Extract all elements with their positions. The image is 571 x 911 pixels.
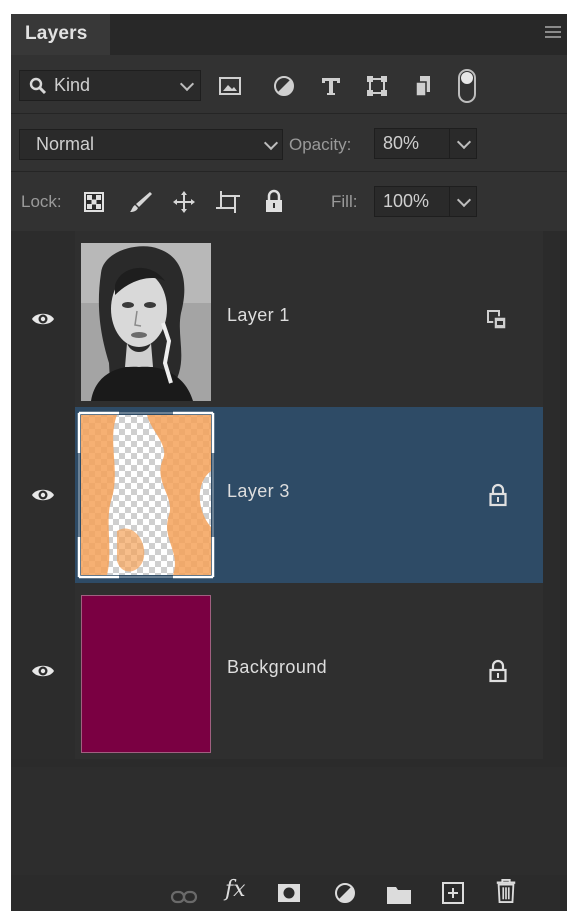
fill-value: 100% <box>383 191 430 211</box>
fill-label: Fill: <box>331 192 358 211</box>
image-filter-icon[interactable] <box>219 76 241 96</box>
type-filter-icon[interactable] <box>320 75 342 97</box>
blend-mode-value: Normal <box>36 134 95 154</box>
smart-object-filter-icon[interactable] <box>414 74 434 98</box>
layer-row-background[interactable]: Background <box>11 583 543 759</box>
layers-panel: Layers Kind Normal Opacity: 80% Lock: Fi… <box>11 14 567 911</box>
filter-kind-dropdown[interactable]: Kind <box>19 70 201 101</box>
opacity-field[interactable]: 80% <box>374 128 477 159</box>
chevron-down-icon[interactable] <box>456 134 472 150</box>
layer-name[interactable]: Layer 1 <box>227 305 290 326</box>
lock-row: Lock: Fill: 100% <box>11 172 567 231</box>
lock-icon <box>489 659 507 683</box>
adjustment-layer-icon[interactable] <box>333 881 357 905</box>
filter-toggle-switch[interactable] <box>457 68 477 104</box>
chevron-down-icon <box>263 135 279 151</box>
link-layers-icon[interactable] <box>170 885 198 909</box>
linked-smart-object-icon <box>487 310 507 330</box>
new-group-icon[interactable] <box>386 883 412 907</box>
shape-filter-icon[interactable] <box>366 75 388 97</box>
add-mask-icon[interactable] <box>277 881 301 905</box>
lock-icon <box>489 483 507 507</box>
chevron-down-icon[interactable] <box>456 192 472 208</box>
new-layer-icon[interactable] <box>442 881 464 905</box>
layer-name[interactable]: Background <box>227 657 327 678</box>
delete-layer-icon[interactable] <box>495 879 517 903</box>
layer-name[interactable]: Layer 3 <box>227 481 290 502</box>
lock-all-icon[interactable] <box>264 189 284 213</box>
eye-icon[interactable] <box>31 487 55 503</box>
opacity-label: Opacity: <box>289 135 352 154</box>
fx-icon[interactable]: fx <box>225 877 246 902</box>
panel-tab-bar: Layers <box>11 14 567 55</box>
visibility-column <box>11 407 75 583</box>
filter-kind-label: Kind <box>54 75 91 95</box>
layer-row-layer-1[interactable]: Layer 1 <box>11 231 543 407</box>
scrollbar-track[interactable] <box>543 231 567 767</box>
search-icon <box>29 77 47 95</box>
chevron-down-icon <box>179 76 195 92</box>
lock-artboard-icon[interactable] <box>216 190 242 214</box>
fill-field[interactable]: 100% <box>374 186 477 217</box>
opacity-value: 80% <box>383 133 420 153</box>
lock-position-icon[interactable] <box>172 190 196 214</box>
visibility-column <box>11 583 75 759</box>
eye-icon[interactable] <box>31 663 55 679</box>
blend-row: Normal Opacity: 80% <box>11 114 567 171</box>
layer-thumbnail-portrait <box>81 243 211 401</box>
lock-transparent-pixels-icon[interactable] <box>84 192 104 212</box>
blend-mode-dropdown[interactable]: Normal <box>19 129 283 160</box>
layers-footer-toolbar: fx <box>11 875 567 911</box>
layers-list: Layer 1 Layer 3 Background <box>11 231 543 767</box>
lock-image-pixels-icon[interactable] <box>129 190 153 214</box>
visibility-column <box>11 231 75 407</box>
panel-menu-icon[interactable] <box>545 26 561 40</box>
lock-label: Lock: <box>21 192 62 211</box>
layer-row-layer-3[interactable]: Layer 3 <box>11 407 543 583</box>
eye-icon[interactable] <box>31 311 55 327</box>
layer-thumbnail-transparency <box>77 411 215 579</box>
layer-thumbnail-color-swatch <box>81 595 211 753</box>
adjustment-filter-icon[interactable] <box>273 75 295 97</box>
tab-layers[interactable]: Layers <box>11 14 110 55</box>
filter-row: Kind <box>11 55 567 113</box>
empty-layers-space <box>11 767 567 875</box>
